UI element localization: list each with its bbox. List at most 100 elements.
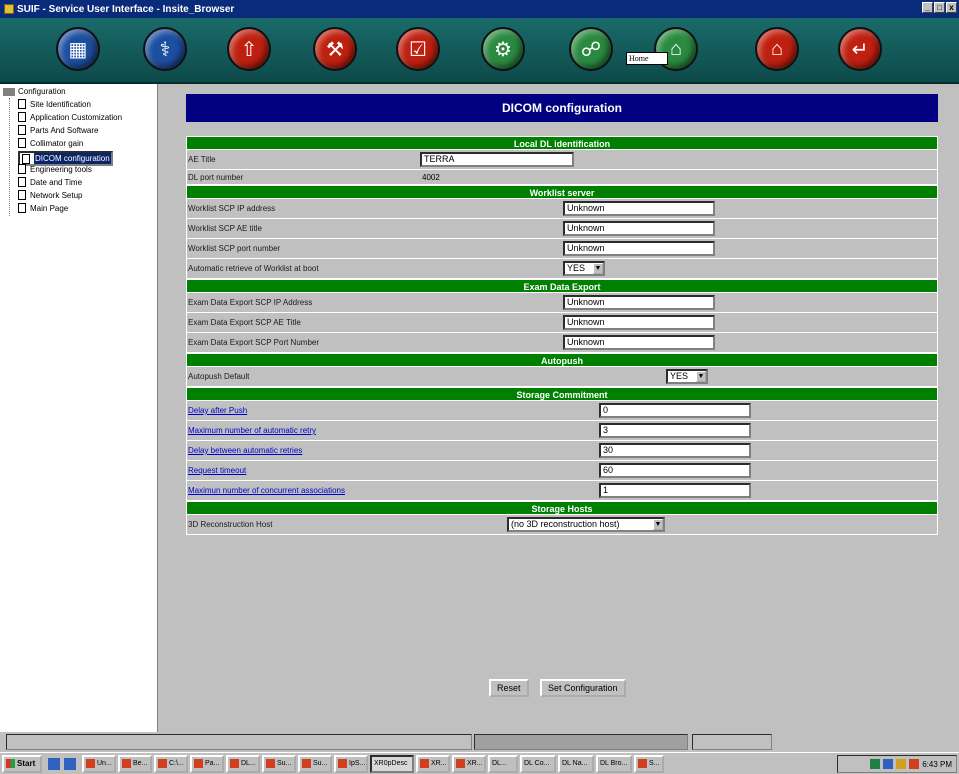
max-retry-input[interactable]: 3	[599, 423, 751, 438]
task-button[interactable]: Su...	[298, 754, 332, 773]
ae-title-row: AE Title TERRA	[186, 150, 938, 170]
tray-icon[interactable]	[883, 759, 894, 769]
task-button[interactable]: DL...	[226, 754, 260, 773]
delay-after-push-input[interactable]: 0	[599, 403, 751, 418]
task-label: Pa...	[205, 760, 220, 767]
building-icon[interactable]: ⌂	[755, 27, 799, 71]
app-icon	[266, 759, 275, 768]
tree-item-label: Network Setup	[30, 190, 83, 200]
task-button[interactable]: DL Bro...	[596, 754, 632, 773]
task-button[interactable]: DL Co...	[520, 754, 556, 773]
tree-root[interactable]: Configuration	[3, 87, 66, 96]
chevron-down-icon[interactable]: ▼	[696, 371, 706, 382]
close-button[interactable]: x	[946, 2, 957, 13]
page-title: DICOM configuration	[186, 94, 938, 122]
dl-port-row: DL port number 4002	[186, 170, 938, 185]
maximize-button[interactable]: □	[934, 2, 945, 13]
chevron-down-icon[interactable]: ▼	[653, 519, 663, 530]
app-icon	[230, 759, 239, 768]
window-title: SUIF - Service User Interface - Insite_B…	[17, 3, 235, 15]
tree-item-application-customization[interactable]: Application Customization	[18, 112, 122, 122]
worklist-ip-input[interactable]: Unknown	[563, 201, 715, 216]
tray-icon[interactable]	[909, 759, 920, 769]
tree-item-date-and-time[interactable]: Date and Time	[18, 177, 82, 187]
network-icon[interactable]: ☍	[569, 27, 613, 71]
tools-icon[interactable]: ⚙	[481, 27, 525, 71]
export-port-input[interactable]: Unknown	[563, 335, 715, 350]
calendar-icon[interactable]: ▦	[56, 27, 100, 71]
ae-title-input[interactable]: TERRA	[420, 152, 574, 167]
recon-host-select[interactable]: (no 3D reconstruction host) ▼	[507, 517, 665, 532]
task-button-active[interactable]: XR0pDesc	[370, 754, 414, 773]
tree-item-network-setup[interactable]: Network Setup	[18, 190, 82, 200]
task-label: DL Bro...	[600, 760, 628, 767]
minimize-button[interactable]: _	[922, 2, 933, 13]
worklist-auto-select[interactable]: YES ▼	[563, 261, 605, 276]
task-button[interactable]: S...	[634, 754, 664, 773]
task-button[interactable]: DL Na...	[558, 754, 594, 773]
worklist-ae-input[interactable]: Unknown	[563, 221, 715, 236]
request-timeout-input[interactable]: 60	[599, 463, 751, 478]
export-ip-input[interactable]: Unknown	[563, 295, 715, 310]
page-icon	[18, 190, 26, 200]
status-pane-main	[6, 734, 472, 750]
tree-item-parts-and-software[interactable]: Parts And Software	[18, 125, 98, 135]
reset-button[interactable]: Reset	[489, 679, 529, 697]
delay-after-push-link[interactable]: Delay after Push	[188, 401, 247, 420]
task-button[interactable]: Un...	[82, 754, 116, 773]
status-bar	[0, 732, 959, 752]
task-button[interactable]: Su...	[262, 754, 296, 773]
worklist-port-label: Worklist SCP port number	[188, 244, 281, 253]
page-icon	[18, 177, 26, 187]
export-icon[interactable]: ⇧	[227, 27, 271, 71]
task-button[interactable]: DL...	[488, 754, 518, 773]
page-icon	[22, 153, 30, 164]
task-button[interactable]: Be...	[118, 754, 152, 773]
export-ip-row: Exam Data Export SCP IP Address Unknown	[186, 293, 938, 313]
desktop-icon[interactable]	[48, 757, 60, 770]
browser-icon[interactable]	[64, 757, 76, 770]
delay-between-retries-input[interactable]: 30	[599, 443, 751, 458]
page-icon	[18, 138, 26, 148]
status-pane-zone	[692, 734, 772, 750]
tree-item-site-identification[interactable]: Site Identification	[18, 99, 91, 109]
tray-icon[interactable]	[896, 759, 907, 769]
stethoscope-icon[interactable]: ⚕	[143, 27, 187, 71]
worklist-port-input[interactable]: Unknown	[563, 241, 715, 256]
request-timeout-link[interactable]: Request timeout	[188, 461, 246, 480]
task-button[interactable]: XR...	[452, 754, 486, 773]
exit-door-icon[interactable]: ↵	[838, 27, 882, 71]
task-button[interactable]: XR...	[416, 754, 450, 773]
start-label: Start	[17, 759, 36, 768]
worklist-auto-value: YES	[567, 263, 586, 273]
export-ip-label: Exam Data Export SCP IP Address	[188, 298, 313, 307]
tree-item-engineering-tools[interactable]: Engineering tools	[18, 164, 92, 174]
app-icon	[4, 4, 14, 14]
task-button[interactable]: Pa...	[190, 754, 224, 773]
set-configuration-button[interactable]: Set Configuration	[540, 679, 626, 697]
tree-item-collimator-gain[interactable]: Collimator gain	[18, 138, 83, 148]
export-ae-input[interactable]: Unknown	[563, 315, 715, 330]
worklist-port-row: Worklist SCP port number Unknown	[186, 239, 938, 259]
task-button[interactable]: C:\...	[154, 754, 188, 773]
delay-between-retries-link[interactable]: Delay between automatic retries	[188, 441, 302, 460]
max-associations-link[interactable]: Maximun number of concurrent association…	[188, 481, 345, 500]
app-icon	[456, 759, 465, 768]
tree-item-main-page[interactable]: Main Page	[18, 203, 68, 213]
main-toolbar: ▦ ⚕ ⇧ ⚒ ☑ ⚙ ☍ ⌂ ⌂ ↵ Home	[0, 18, 959, 84]
quick-launch	[48, 757, 76, 770]
storage-retry-row: Maximum number of automatic retry 3	[186, 421, 938, 441]
recon-host-row: 3D Reconstruction Host (no 3D reconstruc…	[186, 515, 938, 535]
chevron-down-icon[interactable]: ▼	[593, 263, 603, 274]
task-button[interactable]: IpS...	[334, 754, 368, 773]
clock[interactable]: 6:43 PM	[922, 760, 952, 769]
start-button[interactable]: Start	[2, 754, 42, 773]
app-icon	[302, 759, 311, 768]
config-list-icon[interactable]: ☑	[396, 27, 440, 71]
max-associations-input[interactable]: 1	[599, 483, 751, 498]
recon-host-label: 3D Reconstruction Host	[188, 520, 273, 529]
max-retry-link[interactable]: Maximum number of automatic retry	[188, 421, 316, 440]
autopush-select[interactable]: YES ▼	[666, 369, 708, 384]
hammer-icon[interactable]: ⚒	[313, 27, 357, 71]
tray-icon[interactable]	[870, 759, 881, 769]
